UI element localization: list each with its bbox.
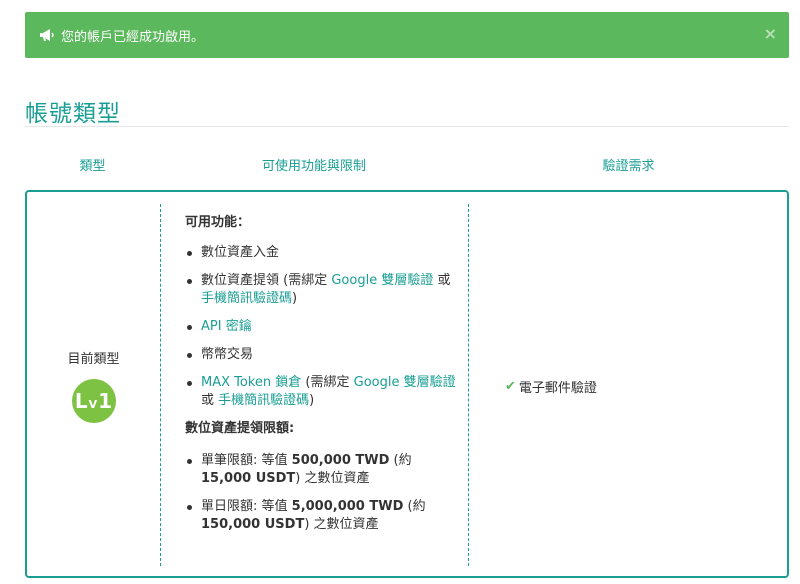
list-item: 單筆限額: 等值 500,000 TWD (約 15,000 USDT) 之數位… <box>185 452 465 488</box>
limit-text: ) 之數位資產 <box>304 517 379 532</box>
feature-trade: 幣幣交易 <box>201 347 254 362</box>
verification-cell: ✔ 電子郵件驗證 <box>505 377 597 396</box>
alert-message: 您的帳戶已經成功啟用。 <box>61 29 205 45</box>
close-icon[interactable]: × <box>764 26 777 42</box>
limit-approx: 150,000 USDT <box>201 517 305 532</box>
google-2fa-link[interactable]: Google 雙層驗證 <box>354 375 456 390</box>
features-list: 數位資產入金 數位資產提領 (需綁定 Google 雙層驗證 或 手機簡訊驗證碼… <box>185 244 465 410</box>
feature-text: (需綁定 <box>301 375 354 390</box>
account-level-card: 目前類型 L V 1 可用功能： 數位資產入金 數位資產提領 (需綁定 Goog… <box>25 190 789 578</box>
list-item: 數位資產入金 <box>185 244 465 262</box>
list-item: API 密鑰 <box>185 318 465 336</box>
page-title: 帳號類型 <box>25 101 121 127</box>
limits-title: 數位資產提領限額: <box>185 421 295 436</box>
features-title: 可用功能： <box>185 215 251 230</box>
checkmark-icon: ✔ <box>505 379 516 394</box>
api-key-link[interactable]: API 密鑰 <box>201 319 252 334</box>
list-item: 數位資產提領 (需綁定 Google 雙層驗證 或 手機簡訊驗證碼) <box>185 272 465 308</box>
level-badge-icon: L V 1 <box>71 379 116 423</box>
limit-text: 單日限額: 等值 <box>201 499 292 514</box>
sms-verification-link[interactable]: 手機簡訊驗證碼 <box>201 291 292 306</box>
limit-text: (約 <box>403 499 426 514</box>
limit-text: 單筆限額: 等值 <box>201 453 292 468</box>
column-header-verification: 驗證需求 <box>602 159 655 174</box>
feature-text: ) <box>309 393 315 408</box>
list-item: MAX Token 鎖倉 (需綁定 Google 雙層驗證 或 手機簡訊驗證碼) <box>185 374 465 410</box>
list-item: 單日限額: 等值 5,000,000 TWD (約 150,000 USDT) … <box>185 498 465 534</box>
limit-amount: 500,000 TWD <box>291 453 390 468</box>
feature-text: 或 <box>433 273 451 288</box>
column-divider <box>468 204 469 566</box>
success-alert: 您的帳戶已經成功啟用。 × <box>25 12 789 58</box>
column-divider <box>160 204 161 566</box>
limit-text: (約 <box>389 453 412 468</box>
google-2fa-link[interactable]: Google 雙層驗證 <box>331 273 433 288</box>
feature-deposit: 數位資產入金 <box>201 245 280 260</box>
badge-letter: L <box>74 389 88 413</box>
current-type-label: 目前類型 <box>67 352 120 367</box>
limit-approx: 15,000 USDT <box>201 471 296 486</box>
feature-text: 數位資產提領 (需綁定 <box>201 273 332 288</box>
feature-text: ) <box>292 291 298 306</box>
feature-text: 或 <box>201 393 219 408</box>
limit-amount: 5,000,000 TWD <box>291 499 404 514</box>
limit-text: ) 之數位資產 <box>295 471 370 486</box>
email-verification-label: 電子郵件驗證 <box>518 381 597 396</box>
list-item: 幣幣交易 <box>185 346 465 364</box>
badge-sub-letter: V <box>88 397 98 411</box>
megaphone-icon <box>40 29 54 41</box>
column-header-features: 可使用功能與限制 <box>261 159 366 174</box>
max-token-lock-link[interactable]: MAX Token 鎖倉 <box>201 375 301 390</box>
limits-list: 單筆限額: 等值 500,000 TWD (約 15,000 USDT) 之數位… <box>185 452 465 534</box>
sms-verification-link[interactable]: 手機簡訊驗證碼 <box>218 393 309 408</box>
title-divider <box>25 126 789 127</box>
badge-level-number: 1 <box>98 389 113 413</box>
column-header-type: 類型 <box>79 159 106 174</box>
features-cell: 可用功能： 數位資產入金 數位資產提領 (需綁定 Google 雙層驗證 或 手… <box>185 214 465 544</box>
account-type-cell: 目前類型 L V 1 <box>27 348 160 423</box>
